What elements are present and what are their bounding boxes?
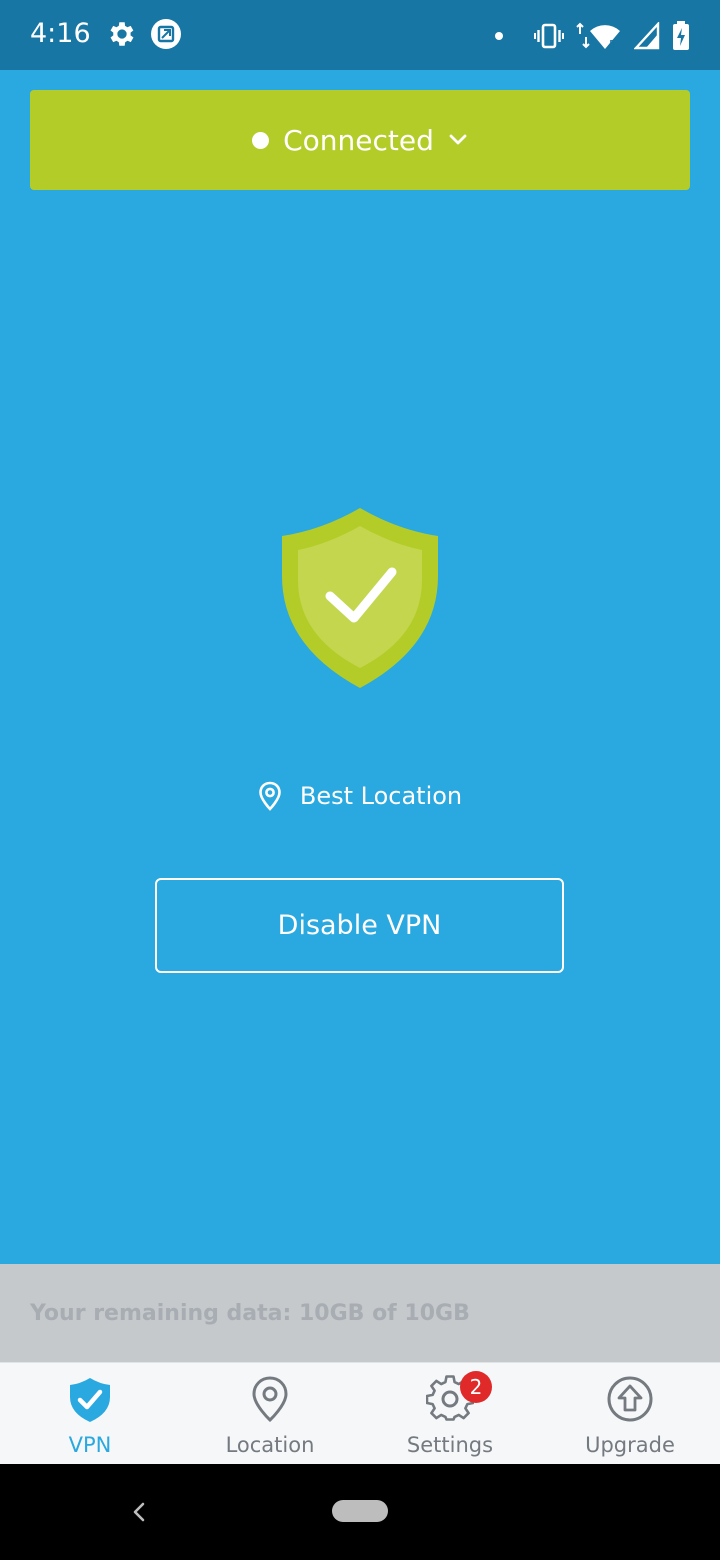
upgrade-arrow-icon (607, 1376, 653, 1422)
battery-charging-icon (673, 21, 689, 50)
location-pin-icon (259, 781, 281, 811)
nav-label-settings: Settings (406, 1433, 494, 1457)
location-label: Best Location (299, 782, 463, 810)
status-bar: 4:16 5 (0, 0, 720, 70)
main-panel: Connected Best Location Disable VPN (0, 70, 720, 1264)
nav-item-settings[interactable]: 2 Settings (360, 1363, 540, 1464)
vpn-shield-icon (70, 1378, 110, 1422)
connected-dot-icon (252, 131, 270, 149)
bottom-nav: VPN Location 2 Settings Upgrade (0, 1362, 720, 1464)
nav-item-location[interactable]: Location (180, 1363, 360, 1464)
settings-badge: 2 (460, 1371, 492, 1403)
gear-icon (110, 22, 134, 46)
chevron-down-icon (449, 134, 467, 145)
screenshot-icon (151, 19, 181, 49)
shield-check-icon (282, 508, 438, 688)
nav-label-vpn: VPN (68, 1433, 112, 1457)
remaining-data-strip: Your remaining data: 10GB of 10GB (0, 1264, 720, 1362)
nav-label-location: Location (225, 1433, 315, 1457)
disable-vpn-button[interactable]: Disable VPN (155, 878, 564, 973)
connection-status-banner[interactable]: Connected (30, 90, 690, 190)
home-pill[interactable] (332, 1500, 388, 1522)
status-right-icons: 5 (494, 20, 690, 52)
current-location[interactable]: Best Location (0, 776, 720, 816)
remaining-data-text: Your remaining data: 10GB of 10GB (30, 1300, 470, 1326)
connection-status-label: Connected (283, 123, 434, 157)
nav-item-upgrade[interactable]: Upgrade (540, 1363, 720, 1464)
cell-signal-icon (634, 22, 660, 50)
back-icon[interactable] (126, 1496, 152, 1528)
wifi-icon: 5 (576, 22, 620, 51)
status-time: 4:16 (30, 18, 91, 49)
vibrate-icon (534, 23, 564, 49)
wifi-badge: 5 (609, 38, 616, 51)
notification-dot-icon (495, 32, 503, 40)
nav-item-vpn[interactable]: VPN (0, 1363, 180, 1464)
location-pin-icon (252, 1376, 288, 1423)
nav-label-upgrade: Upgrade (585, 1433, 675, 1457)
